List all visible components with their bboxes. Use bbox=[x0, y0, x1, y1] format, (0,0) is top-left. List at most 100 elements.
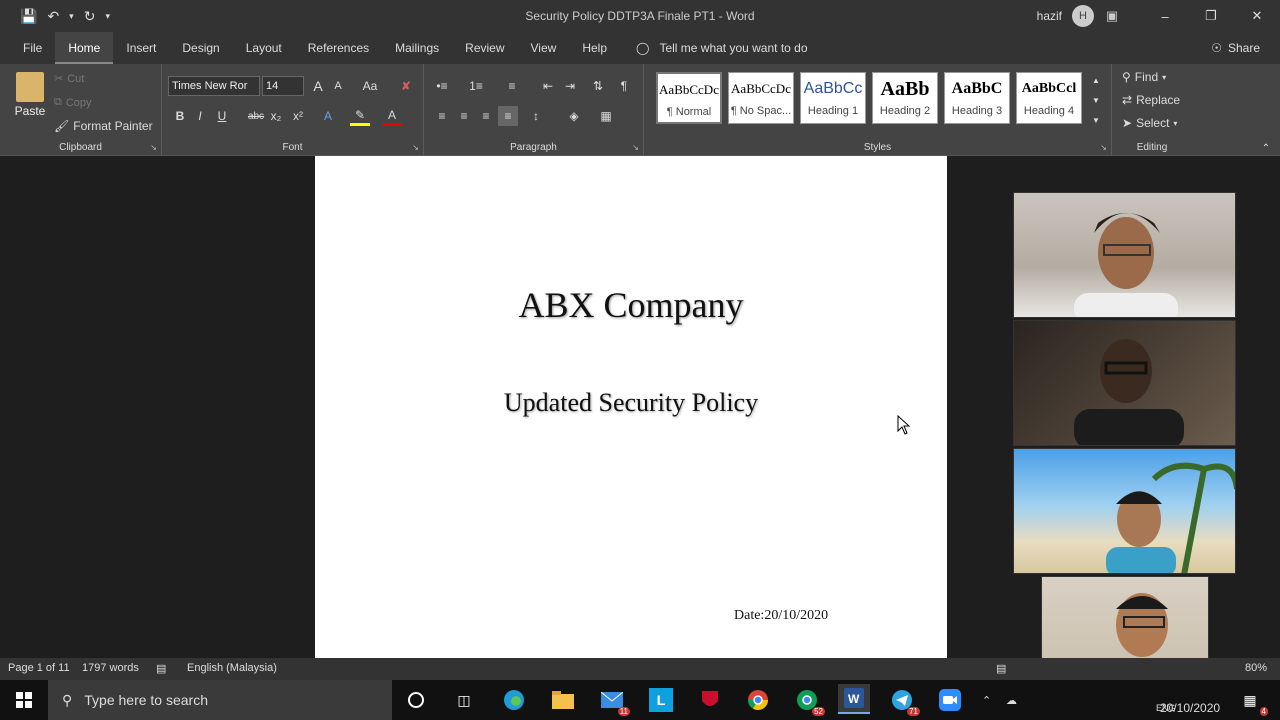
clear-formatting-icon[interactable]: ✘ bbox=[396, 76, 416, 96]
style-no-spacing[interactable]: AaBbCcDc ¶ No Spac... bbox=[728, 72, 794, 124]
redo-icon[interactable]: ↻ bbox=[84, 8, 96, 25]
chrome-profile-icon[interactable]: 52 bbox=[795, 688, 825, 716]
styles-scroll-up-icon[interactable]: ▲ bbox=[1086, 70, 1106, 90]
align-center-icon[interactable]: ≡ bbox=[454, 106, 474, 126]
styles-scroll-down-icon[interactable]: ▼ bbox=[1086, 90, 1106, 110]
font-dialog-launcher-icon[interactable]: ↘ bbox=[412, 143, 419, 152]
style-normal[interactable]: AaBbCcDc ¶ Normal bbox=[656, 72, 722, 124]
mcafee-icon[interactable] bbox=[698, 688, 722, 712]
paste-button[interactable]: Paste bbox=[12, 72, 48, 132]
customize-qat-icon[interactable]: ▾ bbox=[105, 11, 110, 22]
strikethrough-icon[interactable]: abc bbox=[246, 106, 266, 126]
bold-icon[interactable]: B bbox=[170, 106, 190, 126]
tab-insert[interactable]: Insert bbox=[113, 32, 169, 64]
share-button[interactable]: ☉ Share bbox=[1211, 32, 1260, 64]
align-left-icon[interactable]: ≡ bbox=[432, 106, 452, 126]
document-page[interactable]: ABX Company Updated Security Policy Date… bbox=[315, 156, 947, 658]
sort-icon[interactable]: ⇅ bbox=[588, 76, 608, 96]
task-view-icon[interactable]: ◫ bbox=[452, 688, 476, 712]
format-painter-button[interactable]: 🖌 Format Painter bbox=[54, 119, 153, 133]
style-heading-2[interactable]: AaBb Heading 2 bbox=[872, 72, 938, 124]
highlight-icon[interactable]: ✎ bbox=[350, 106, 370, 126]
shrink-font-icon[interactable]: A bbox=[328, 76, 348, 96]
cut-button[interactable]: ✂ Cut bbox=[54, 72, 84, 86]
tab-mailings[interactable]: Mailings bbox=[382, 32, 452, 64]
tab-design[interactable]: Design bbox=[169, 32, 232, 64]
proofing-icon[interactable]: ▤ bbox=[156, 662, 166, 675]
font-name-select[interactable]: Times New Ror bbox=[168, 76, 260, 96]
decrease-indent-icon[interactable]: ⇤ bbox=[538, 76, 558, 96]
line-spacing-icon[interactable]: ↕ bbox=[526, 106, 546, 126]
justify-icon[interactable]: ≡ bbox=[498, 106, 518, 126]
undo-dropdown-icon[interactable]: ▾ bbox=[69, 11, 74, 22]
borders-icon[interactable]: ▦ bbox=[596, 106, 616, 126]
notifications-icon[interactable]: ▦ 4 bbox=[1238, 688, 1268, 716]
zoom-level[interactable]: 80% bbox=[1245, 662, 1267, 674]
styles-more-icon[interactable]: ▼ bbox=[1086, 110, 1106, 130]
word-count[interactable]: 1797 words bbox=[82, 662, 139, 674]
minimize-button[interactable]: – bbox=[1142, 0, 1188, 32]
multilevel-list-icon[interactable]: ≡ bbox=[502, 76, 522, 96]
cortana-icon[interactable] bbox=[404, 688, 428, 712]
superscript-icon[interactable]: x² bbox=[288, 106, 308, 126]
launcher-l-icon[interactable]: L bbox=[649, 688, 673, 712]
replace-button[interactable]: ⇄ Replace bbox=[1122, 93, 1180, 107]
tab-home[interactable]: Home bbox=[55, 32, 114, 64]
select-button[interactable]: ➤ Select ▾ bbox=[1122, 116, 1177, 130]
style-heading-3[interactable]: AaBbC Heading 3 bbox=[944, 72, 1010, 124]
user-account[interactable]: hazif H bbox=[1037, 0, 1094, 32]
text-effects-icon[interactable]: A bbox=[318, 106, 338, 126]
autosave-icon[interactable]: 💾 bbox=[20, 8, 37, 25]
show-formatting-icon[interactable]: ¶ bbox=[614, 76, 634, 96]
mail-icon[interactable]: 11 bbox=[600, 688, 630, 716]
file-explorer-icon[interactable] bbox=[551, 688, 575, 712]
tab-review[interactable]: Review bbox=[452, 32, 517, 64]
taskbar-search-input[interactable]: ⚲ Type here to search bbox=[48, 680, 392, 720]
subscript-icon[interactable]: x₂ bbox=[266, 106, 286, 126]
tell-me-box[interactable]: ◯ Tell me what you want to do bbox=[636, 41, 808, 55]
bullets-icon[interactable]: •≡ bbox=[432, 76, 452, 96]
clock-date[interactable]: 20/10/2020 bbox=[1160, 694, 1220, 720]
show-hidden-icons-icon[interactable]: ⌃ bbox=[982, 680, 991, 720]
underline-icon[interactable]: U bbox=[212, 106, 232, 126]
ribbon-display-options-icon[interactable]: ▣ bbox=[1094, 0, 1130, 32]
tab-view[interactable]: View bbox=[518, 32, 570, 64]
font-size-select[interactable]: 14 bbox=[262, 76, 304, 96]
zoom-icon[interactable] bbox=[938, 688, 962, 712]
shading-icon[interactable]: ◈ bbox=[564, 106, 584, 126]
network-icon[interactable]: ☁ bbox=[1006, 680, 1017, 720]
italic-icon[interactable]: I bbox=[190, 106, 210, 126]
increase-indent-icon[interactable]: ⇥ bbox=[560, 76, 580, 96]
page-count[interactable]: Page 1 of 11 bbox=[8, 662, 70, 674]
numbering-icon[interactable]: 1≡ bbox=[466, 76, 486, 96]
tab-layout[interactable]: Layout bbox=[233, 32, 295, 64]
tab-file[interactable]: File bbox=[10, 32, 55, 64]
font-color-icon[interactable]: A bbox=[382, 106, 402, 126]
tab-help[interactable]: Help bbox=[569, 32, 620, 64]
video-tile-participant-2[interactable] bbox=[1013, 320, 1236, 446]
video-tile-participant-1[interactable] bbox=[1013, 192, 1236, 318]
tab-references[interactable]: References bbox=[295, 32, 382, 64]
close-button[interactable]: ✕ bbox=[1234, 0, 1280, 32]
style-heading-1[interactable]: AaBbCc Heading 1 bbox=[800, 72, 866, 124]
collapse-ribbon-icon[interactable]: ⌃ bbox=[1256, 138, 1276, 158]
word-taskbar-icon[interactable]: W bbox=[838, 684, 870, 714]
change-case-button[interactable]: Aa bbox=[356, 76, 384, 96]
dialog-launcher-icon[interactable]: ↘ bbox=[150, 143, 157, 152]
paragraph-dialog-launcher-icon[interactable]: ↘ bbox=[632, 143, 639, 152]
styles-dialog-launcher-icon[interactable]: ↘ bbox=[1100, 143, 1107, 152]
telegram-icon[interactable]: 71 bbox=[890, 688, 920, 716]
start-button[interactable] bbox=[0, 680, 48, 720]
edge-icon[interactable] bbox=[502, 688, 526, 712]
language-status[interactable]: English (Malaysia) bbox=[187, 662, 277, 674]
style-heading-4[interactable]: AaBbCcl Heading 4 bbox=[1016, 72, 1082, 124]
find-button[interactable]: ⚲ Find ▾ bbox=[1122, 70, 1166, 84]
video-tile-participant-3[interactable] bbox=[1013, 448, 1236, 574]
undo-icon[interactable]: ↶ bbox=[47, 8, 59, 25]
read-mode-icon[interactable]: ▤ bbox=[996, 662, 1006, 675]
align-right-icon[interactable]: ≡ bbox=[476, 106, 496, 126]
restore-button[interactable]: ❐ bbox=[1188, 0, 1234, 32]
grow-font-icon[interactable]: A bbox=[308, 76, 328, 96]
copy-button[interactable]: ⧉ Copy bbox=[54, 96, 92, 109]
chrome-icon[interactable] bbox=[746, 688, 770, 712]
